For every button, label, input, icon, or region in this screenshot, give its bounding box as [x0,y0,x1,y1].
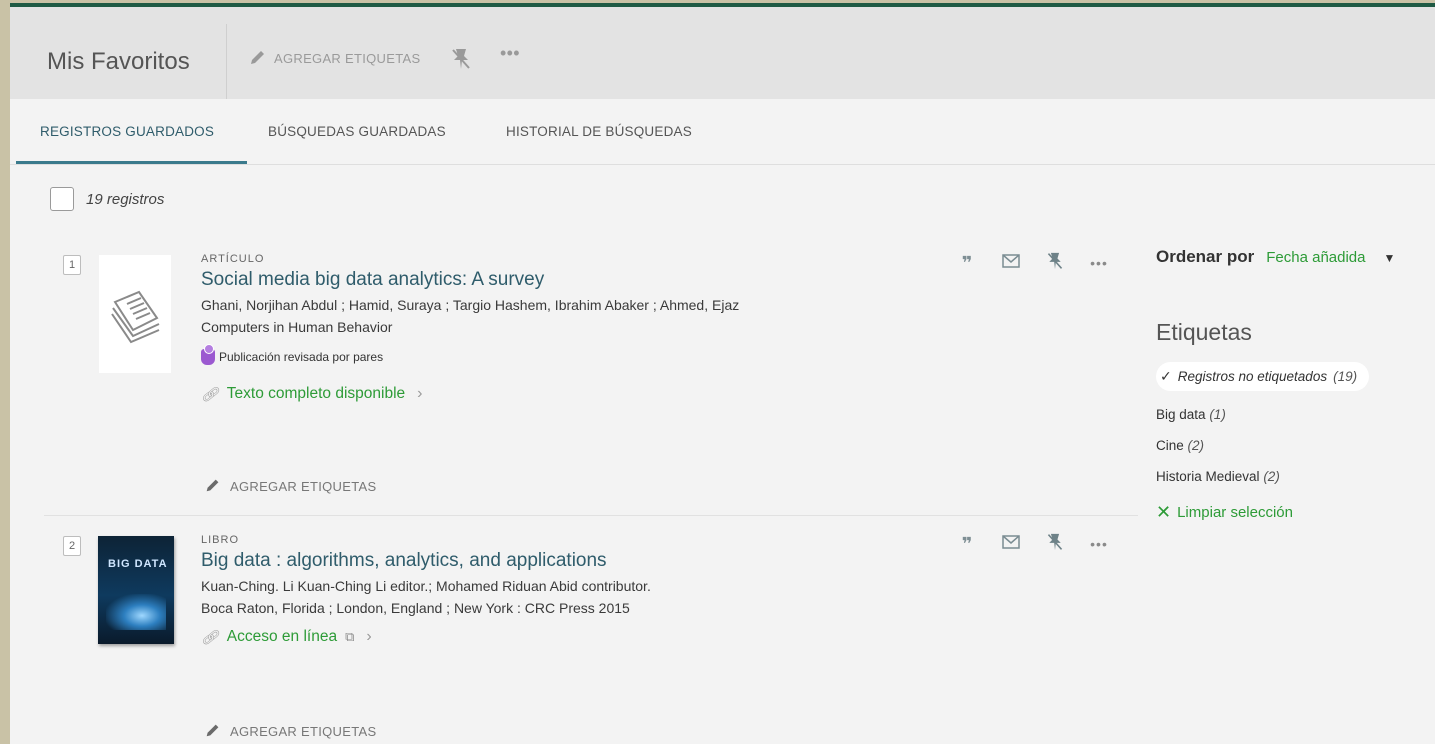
pencil-icon [204,721,222,742]
record-title-link[interactable]: Big data : algorithms, analytics, and ap… [201,550,921,572]
tag-filter-historia-medieval[interactable]: Historia Medieval (2) [1156,469,1435,484]
record-actions: ❞ ••• [956,532,1110,556]
record-number: 2 [63,536,81,556]
external-link-icon: ⧉ [345,629,355,644]
tag-filter-cine[interactable]: Cine (2) [1156,438,1435,453]
tag-filter-label: Registros no etiquetados [1177,369,1328,384]
results-count-row: 19 registros [50,187,164,211]
record-body: ARTÍCULO Social media big data analytics… [201,253,921,403]
results-count: 19 registros [86,190,165,208]
online-access-label: Acceso en línea [226,628,338,645]
email-icon[interactable] [1000,254,1022,272]
sort-control: Ordenar por Fecha añadida ▼ [1156,247,1435,267]
tag-filter-untagged[interactable]: ✓ Registros no etiquetados (19) [1156,362,1370,391]
record-actions: ❞ ••• [956,251,1110,275]
book-cover-title: BIG DATA [108,558,168,570]
tab-saved-records[interactable]: REGISTROS GUARDADOS [40,124,214,139]
record-body: LIBRO Big data : algorithms, analytics, … [201,534,921,646]
record-source: Boca Raton, Florida ; London, England ; … [201,600,630,616]
chevron-right-icon: › [417,385,423,402]
online-access-link[interactable]: 🔗︎ Acceso en línea ⧉ › [201,628,921,646]
header-bar: Mis Favoritos AGREGAR ETIQUETAS ••• [10,7,1435,100]
peer-reviewed-icon [201,344,215,365]
cite-icon[interactable]: ❞ [956,253,978,274]
add-tags-record-button[interactable]: AGREGAR ETIQUETAS [204,721,376,742]
full-text-link[interactable]: 🔗︎ Texto completo disponible › [201,385,921,403]
unpin-icon [450,47,472,74]
tag-filter-big-data[interactable]: Big data (1) [1156,407,1435,422]
add-tags-button[interactable]: AGREGAR ETIQUETAS [248,47,420,70]
tag-filter-count: (2) [1263,469,1280,484]
add-tags-record-button[interactable]: AGREGAR ETIQUETAS [204,476,376,497]
tag-filter-count: (1) [1209,407,1226,422]
full-text-label: Texto completo disponible [226,385,406,402]
close-icon: ✕ [1156,502,1172,522]
book-cover-thumbnail[interactable]: BIG DATA [98,536,174,644]
tab-search-history[interactable]: HISTORIAL DE BÚSQUEDAS [506,124,692,139]
cite-icon[interactable]: ❞ [956,534,978,555]
record-title-link[interactable]: Social media big data analytics: A surve… [201,269,921,291]
unpin-record-icon[interactable] [1044,532,1066,556]
header-divider [226,24,227,100]
list-item: 1 ARTÍCULO Social media big data analyti… [44,235,1138,516]
record-type: LIBRO [201,534,240,546]
document-icon [111,290,160,344]
add-tags-record-label: AGREGAR ETIQUETAS [230,479,377,494]
add-tags-record-label: AGREGAR ETIQUETAS [230,724,377,739]
app-frame: Mis Favoritos AGREGAR ETIQUETAS ••• REGI… [10,3,1435,744]
peer-reviewed-badge: Publicación revisada por pares [201,344,921,365]
clear-selection-label: Limpiar selección [1177,504,1293,521]
record-authors: Ghani, Norjihan Abdul ; Hamid, Suraya ; … [201,297,740,313]
add-tags-label: AGREGAR ETIQUETAS [274,51,421,66]
book-cover-art [106,594,166,630]
select-all-checkbox[interactable] [50,187,74,211]
record-source: Computers in Human Behavior [201,319,393,335]
peer-reviewed-label: Publicación revisada por pares [219,350,384,364]
chevron-right-icon: › [366,628,372,645]
sort-select[interactable]: Fecha añadida [1266,249,1365,266]
tag-filter-label: Big data [1156,407,1206,422]
record-type: ARTÍCULO [201,253,265,265]
checkmark-icon: ✓ [1160,368,1172,384]
tags-heading: Etiquetas [1156,319,1252,345]
unpin-button[interactable] [450,47,472,74]
record-number: 1 [63,255,81,275]
email-icon[interactable] [1000,535,1022,553]
tag-filter-label: Cine [1156,438,1184,453]
sidebar: Ordenar por Fecha añadida ▼ Etiquetas ✓ … [1156,247,1435,523]
pencil-icon [204,476,222,497]
tag-filter-count: (2) [1187,438,1205,453]
ellipsis-icon: ••• [500,43,520,63]
unpin-record-icon[interactable] [1044,251,1066,275]
results-list: 1 ARTÍCULO Social media big data analyti… [44,235,1138,744]
more-options-button[interactable]: ••• [500,43,520,64]
sort-label: Ordenar por [1156,247,1255,266]
tabs-bar: REGISTROS GUARDADOS BÚSQUEDAS GUARDADAS … [10,99,1435,165]
list-item: 2 BIG DATA LIBRO Big data : algorithms, … [44,516,1138,744]
tag-filter-label: Historia Medieval [1156,469,1260,484]
page-title: Mis Favoritos [47,48,190,75]
ellipsis-icon[interactable]: ••• [1088,255,1110,271]
ellipsis-icon[interactable]: ••• [1088,536,1110,552]
link-icon: 🔗︎ [201,385,219,402]
tab-saved-searches[interactable]: BÚSQUEDAS GUARDADAS [268,124,446,139]
clear-selection-button[interactable]: ✕ Limpiar selección [1156,502,1435,523]
record-authors: Kuan-Ching. Li Kuan-Ching Li editor.; Mo… [201,578,651,594]
document-thumbnail[interactable] [99,255,171,373]
tag-filter-count: (19) [1333,369,1358,384]
dropdown-arrow-icon[interactable]: ▼ [1384,251,1396,265]
active-tab-indicator [16,161,247,164]
pencil-icon [248,47,268,70]
link-icon: 🔗︎ [201,628,219,645]
